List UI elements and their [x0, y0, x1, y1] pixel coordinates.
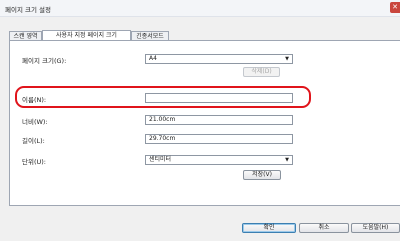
page-size-dialog: 페이지 크기 설정 ✕ 스캔 영역 사용자 지정 페이지 크기 긴종서모드 페이… [0, 0, 400, 241]
unit-dropdown[interactable]: 센티미터 ▼ [145, 155, 293, 165]
width-input[interactable]: 21.00cm [145, 115, 293, 125]
width-label: 너비(W): [22, 118, 48, 126]
length-input[interactable]: 29.70cm [145, 134, 293, 144]
delete-button[interactable]: 삭제(D) [243, 67, 280, 77]
ok-button[interactable]: 확인 [242, 223, 296, 233]
page-size-label: 페이지 크기(G): [22, 57, 67, 65]
name-input[interactable] [145, 93, 293, 103]
help-button[interactable]: 도움말(H) [351, 223, 400, 233]
chevron-down-icon: ▼ [285, 56, 289, 62]
tab-long-document-mode[interactable]: 긴종서모드 [131, 31, 169, 40]
name-label: 이름(N): [22, 96, 47, 104]
tab-scan-area[interactable]: 스캔 영역 [9, 31, 42, 40]
length-label: 길이(L): [22, 137, 45, 145]
title-bar: 페이지 크기 설정 ✕ [0, 0, 400, 17]
tab-custom-page-size[interactable]: 사용자 지정 페이지 크기 [42, 30, 131, 40]
save-button[interactable]: 저장(V) [243, 170, 281, 180]
close-button[interactable]: ✕ [390, 2, 400, 13]
window-title: 페이지 크기 설정 [5, 6, 51, 14]
chevron-down-icon: ▼ [285, 157, 289, 163]
cancel-button[interactable]: 취소 [299, 223, 349, 233]
page-size-dropdown[interactable]: A4 ▼ [145, 54, 293, 64]
unit-label: 단위(U): [22, 158, 46, 166]
close-icon: ✕ [392, 3, 398, 11]
